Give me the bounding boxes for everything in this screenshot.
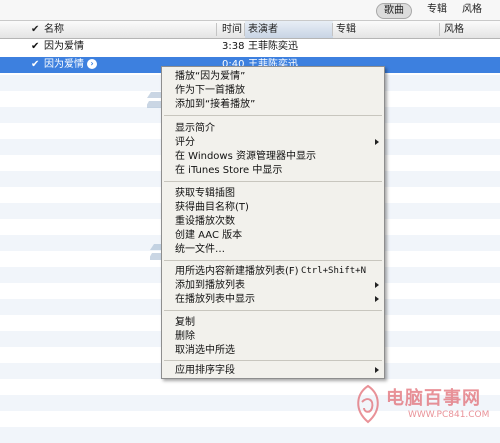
empty-row [0, 427, 500, 443]
context-menu: 播放“因为爱情” 作为下一首播放 添加到“接着播放” 显示简介 评分 在 Win… [161, 66, 385, 379]
menu-item-play[interactable]: 播放“因为爱情” [162, 70, 384, 83]
show-in-store-arrow-icon[interactable]: › [87, 59, 97, 69]
menu-item-get-info[interactable]: 显示简介 [162, 122, 384, 135]
song-artist: 王菲陈奕迅 [248, 41, 298, 52]
column-divider[interactable] [332, 23, 333, 36]
song-name: 因为爱情 [44, 59, 84, 70]
submenu-arrow-icon [375, 296, 379, 302]
menu-item-apply-sort-field[interactable]: 应用排序字段 [162, 364, 384, 377]
submenu-arrow-icon [375, 139, 379, 145]
menu-item-new-playlist-from-selection[interactable]: 用所选内容新建播放列表(F) Ctrl+Shift+N [162, 265, 384, 278]
menu-item-show-in-store[interactable]: 在 iTunes Store 中显示 [162, 164, 384, 177]
menu-item-show-in-explorer[interactable]: 在 Windows 资源管理器中显示 [162, 150, 384, 163]
corner-watermark: 电脑百事网 WWW.PC841.COM [346, 382, 498, 428]
menu-item-reset-plays[interactable]: 重设播放次数 [162, 215, 384, 228]
menu-item-get-track-names[interactable]: 获得曲目名称(T) [162, 201, 384, 214]
menu-item-add-to-up-next[interactable]: 添加到“接着播放” [162, 98, 384, 111]
column-divider[interactable] [439, 23, 440, 36]
song-checkbox[interactable]: ✔ [31, 57, 39, 73]
menu-item-rating[interactable]: 评分 [162, 136, 384, 149]
albums-view-button[interactable]: 专辑 [418, 3, 456, 17]
song-name: 因为爱情 [44, 41, 84, 52]
menu-divider [164, 360, 382, 361]
menu-item-add-to-playlist[interactable]: 添加到播放列表 [162, 279, 384, 292]
column-header-genre[interactable]: 风格 [444, 21, 464, 38]
menu-item-uncheck-selection[interactable]: 取消选中所选 [162, 344, 384, 357]
menu-item-create-aac[interactable]: 创建 AAC 版本 [162, 229, 384, 242]
menu-item-delete[interactable]: 删除 [162, 330, 384, 343]
view-toggle-bar: 歌曲 专辑 风格 [0, 0, 500, 20]
column-header-name[interactable]: 名称 [44, 21, 64, 38]
menu-item-play-next[interactable]: 作为下一首播放 [162, 84, 384, 97]
song-checkbox[interactable]: ✔ [31, 39, 39, 55]
menu-item-consolidate-files[interactable]: 统一文件… [162, 243, 384, 256]
menu-divider [164, 181, 382, 182]
menu-item-get-album-artwork[interactable]: 获取专辑插图 [162, 187, 384, 200]
submenu-arrow-icon [375, 367, 379, 373]
column-header-time[interactable]: 时间 [222, 21, 242, 38]
menu-divider [164, 310, 382, 311]
menu-divider [164, 115, 382, 116]
menu-item-show-in-playlist[interactable]: 在播放列表中显示 [162, 293, 384, 306]
song-row[interactable]: ✔ 因为爱情 3:38 王菲陈奕迅 [0, 39, 500, 55]
column-header-artist[interactable]: 表演者 [245, 21, 333, 38]
submenu-arrow-icon [375, 282, 379, 288]
menu-divider [164, 260, 382, 261]
pc841-logo-icon [357, 384, 379, 424]
column-divider[interactable] [216, 23, 217, 36]
song-time: 3:38 [222, 41, 245, 52]
songs-view-button[interactable]: 歌曲 [376, 3, 412, 19]
column-header-check[interactable]: ✔ [31, 21, 39, 38]
genres-view-button[interactable]: 风格 [462, 3, 500, 17]
song-list-header: ✔ 名称 时间 表演者 专辑 风格 [0, 20, 500, 39]
column-header-album[interactable]: 专辑 [336, 21, 356, 38]
menu-item-copy[interactable]: 复制 [162, 316, 384, 329]
